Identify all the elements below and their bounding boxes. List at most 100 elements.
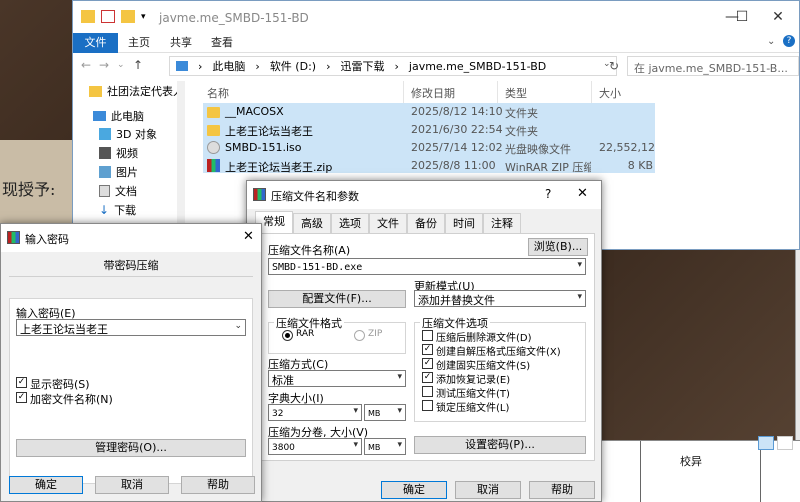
help-button[interactable]: ? (545, 187, 551, 201)
help-button[interactable]: 帮助 (529, 481, 595, 499)
archive-tabs: 常规 高级 选项 文件 备份 时间 注释 (255, 211, 595, 233)
tab-home[interactable]: 主页 (118, 33, 160, 53)
split-size-select[interactable]: 3800 ▾ (268, 438, 362, 455)
password-input[interactable]: 上老王论坛当老王 ⌄ (16, 319, 246, 336)
browse-button[interactable]: 浏览(B)... (528, 238, 588, 256)
password-panel: 输入密码(E) 上老王论坛当老王 ⌄ ✓ 显示密码(S) ✓ 加密文件名称(N)… (9, 298, 253, 484)
nav-item-pictures[interactable]: 图片 (99, 162, 184, 182)
chevron-down-icon: ▾ (397, 372, 402, 382)
3d-objects-icon (99, 128, 111, 140)
nav-item-documents[interactable]: 文档 (99, 181, 184, 201)
password-dialog-title: 输入密码 (25, 233, 69, 246)
general-tab-panel: 压缩文件名称(A) 浏览(B)... SMBD-151-BD.exe ▾ 更新模… (255, 233, 595, 461)
file-date: 2025/7/14 12:02 (411, 141, 503, 154)
breadcrumb-downloads[interactable]: 迅雷下载 (340, 58, 384, 74)
nav-item-videos[interactable]: 视频 (99, 143, 184, 163)
sfx-checkbox[interactable]: ✓ (422, 344, 433, 355)
details-view-button[interactable] (758, 436, 774, 450)
nav-item-pinned[interactable]: 社团法定代表人 (89, 81, 184, 101)
dict-unit-value: MB (368, 409, 381, 418)
nav-item-3d-objects[interactable]: 3D 对象 (99, 124, 184, 144)
close-button[interactable]: ✕ (755, 1, 800, 33)
test-archive-checkbox[interactable] (422, 386, 433, 397)
up-icon[interactable]: ↑ (133, 58, 143, 72)
file-size: 8 KB (627, 159, 653, 172)
tab-backup[interactable]: 备份 (407, 213, 445, 233)
password-value: 上老王论坛当老王 (20, 323, 108, 336)
breadcrumb-this-pc[interactable]: 此电脑 (212, 58, 245, 74)
breadcrumb-drive-d[interactable]: 软件 (D:) (270, 58, 316, 74)
winrar-icon (253, 188, 266, 201)
address-bar-row: ← → ⌄ ↑ › 此电脑 › 软件 (D:) › 迅雷下载 › javme.m… (73, 55, 799, 77)
column-type[interactable]: 类型 (505, 85, 527, 101)
encrypt-names-label: 加密文件名称(N) (30, 393, 113, 406)
method-select[interactable]: 标准 ▾ (268, 370, 406, 387)
tab-view[interactable]: 查看 (201, 33, 243, 53)
tab-share[interactable]: 共享 (160, 33, 202, 53)
option-label: 添加恢复记录(E) (436, 375, 511, 386)
delete-after-checkbox[interactable] (422, 330, 433, 341)
archive-params-dialog: 压缩文件名和参数 ? ✕ 常规 高级 选项 文件 备份 时间 注释 压缩文件名称… (246, 180, 602, 502)
breadcrumb-current[interactable]: javme.me_SMBD-151-BD (409, 60, 546, 73)
recovery-record-checkbox[interactable]: ✓ (422, 372, 433, 383)
divider (9, 276, 253, 277)
close-button[interactable]: ✕ (577, 186, 588, 201)
split-unit-select[interactable]: MB ▾ (364, 438, 406, 455)
format-zip-radio[interactable] (354, 330, 365, 341)
tiles-view-button[interactable] (777, 436, 793, 450)
nav-item-downloads[interactable]: ↓ 下载 (99, 200, 184, 220)
tab-time[interactable]: 时间 (445, 213, 483, 233)
properties-icon[interactable] (101, 10, 115, 23)
column-headers: 名称 修改日期 类型 大小 (203, 81, 800, 103)
file-row[interactable]: 上老王论坛当老王 2021/6/30 22:54 文件夹 (203, 121, 655, 138)
tab-comment[interactable]: 注释 (483, 213, 521, 233)
file-row[interactable]: __MACOSX 2025/8/12 14:10 文件夹 (203, 103, 655, 120)
format-rar-label: RAR (296, 329, 315, 339)
tab-advanced[interactable]: 高级 (293, 213, 331, 233)
profiles-button[interactable]: 配置文件(F)... (268, 290, 406, 308)
address-bar[interactable]: › 此电脑 › 软件 (D:) › 迅雷下载 › javme.me_SMBD-1… (169, 56, 617, 76)
explorer-titlebar: ▾ javme.me_SMBD-151-BD — ☐ ✕ (73, 1, 799, 33)
new-folder-icon[interactable] (121, 10, 135, 23)
tab-options[interactable]: 选项 (331, 213, 369, 233)
customize-arrow-icon[interactable]: ▾ (141, 12, 146, 22)
solid-checkbox[interactable]: ✓ (422, 358, 433, 369)
file-row[interactable]: 上老王论坛当老王.zip 2025/8/8 11:00 WinRAR ZIP 压… (203, 157, 655, 174)
cancel-button[interactable]: 取消 (455, 481, 521, 499)
ok-button[interactable]: 确定 (381, 481, 447, 499)
manage-passwords-button[interactable]: 管理密码(O)... (16, 439, 246, 457)
nav-item-this-pc[interactable]: 此电脑 (93, 106, 184, 126)
format-rar-radio[interactable] (282, 330, 293, 341)
dict-unit-select[interactable]: MB ▾ (364, 404, 406, 421)
encrypt-names-checkbox[interactable]: ✓ (16, 392, 27, 403)
back-icon[interactable]: ← (81, 58, 91, 72)
column-date[interactable]: 修改日期 (411, 85, 455, 101)
column-size[interactable]: 大小 (599, 85, 621, 101)
tab-file[interactable]: 文件 (73, 33, 118, 53)
recent-icon[interactable]: ⌄ (117, 60, 125, 70)
forward-icon[interactable]: → (99, 58, 109, 72)
file-row[interactable]: SMBD-151.iso 2025/7/14 12:02 光盘映像文件 22,5… (203, 139, 655, 156)
close-button[interactable]: ✕ (243, 229, 254, 244)
show-password-checkbox[interactable]: ✓ (16, 377, 27, 388)
option-label: 创建自解压格式压缩文件(X) (436, 347, 561, 358)
expand-ribbon-icon[interactable]: ⌄ (767, 36, 775, 47)
help-icon[interactable]: ? (783, 35, 795, 47)
file-type: WinRAR ZIP 压缩... (505, 161, 591, 174)
column-name[interactable]: 名称 (207, 85, 229, 101)
tab-files[interactable]: 文件 (369, 213, 407, 233)
cancel-button[interactable]: 取消 (95, 476, 169, 494)
quick-access-toolbar: ▾ (81, 10, 146, 23)
archive-name-input[interactable]: SMBD-151-BD.exe ▾ (268, 258, 586, 275)
help-button[interactable]: 帮助 (181, 476, 255, 494)
search-input[interactable]: 在 javme.me_SMBD-151-B... (627, 56, 799, 76)
refresh-icon[interactable]: ↻ (603, 56, 625, 76)
set-password-button[interactable]: 设置密码(P)... (414, 436, 586, 454)
lock-archive-checkbox[interactable] (422, 400, 433, 411)
dict-size-select[interactable]: 32 ▾ (268, 404, 362, 421)
winrar-icon (7, 231, 20, 244)
ok-button[interactable]: 确定 (9, 476, 83, 494)
download-icon: ↓ (99, 203, 110, 217)
update-mode-select[interactable]: 添加并替换文件 ▾ (414, 290, 586, 307)
method-value: 标准 (272, 374, 294, 387)
